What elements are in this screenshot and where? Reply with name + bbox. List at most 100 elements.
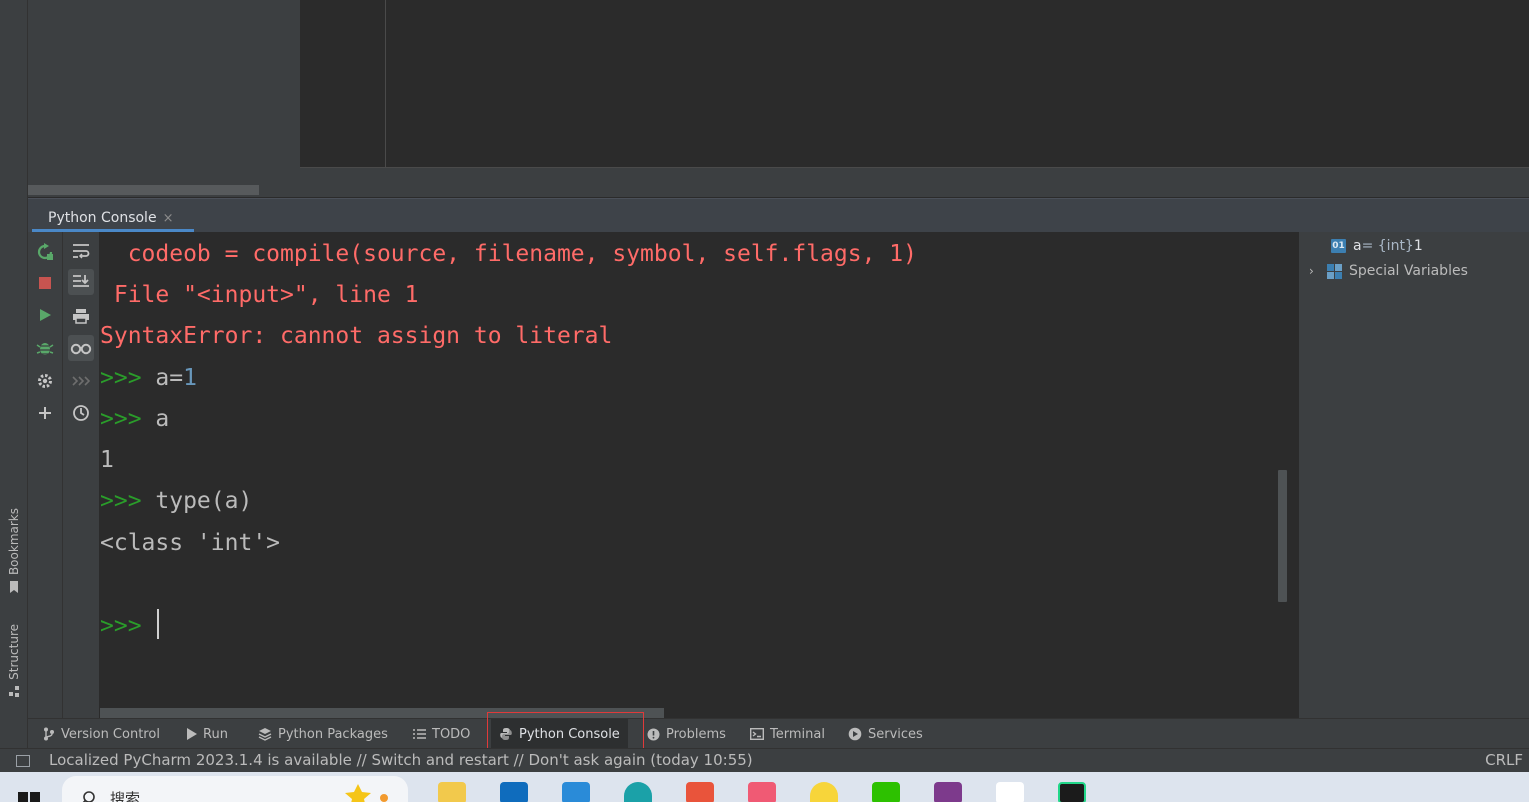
settings-button[interactable] [32, 368, 58, 394]
tool-label: Python Packages [278, 726, 388, 742]
tool-label: Services [868, 726, 923, 742]
vscode-icon[interactable] [562, 782, 590, 802]
expand-chevron-icon[interactable]: › [1309, 264, 1321, 278]
search-icon [82, 791, 95, 802]
tool-python-console[interactable]: Python Console [491, 719, 628, 749]
new-console-button[interactable] [32, 400, 58, 426]
project-horizontal-scrollbar[interactable] [28, 185, 259, 195]
special-variables-row[interactable]: › Special Variables [1309, 260, 1468, 282]
windows-start-icon[interactable] [18, 788, 40, 802]
file-explorer-icon[interactable] [438, 782, 466, 802]
structure-tab[interactable]: Structure [4, 624, 24, 698]
tool-label: Problems [666, 726, 726, 742]
bug-icon [36, 343, 54, 355]
console-line: >>> type(a) [100, 487, 252, 515]
tool-label: Python Console [519, 726, 620, 742]
prompt-marker: >>> [100, 365, 156, 391]
console-line: SyntaxError: cannot assign to literal [100, 322, 612, 350]
bookmark-icon [10, 581, 18, 594]
variable-name: a [1353, 238, 1362, 254]
app-purple-icon[interactable] [934, 782, 962, 802]
rerun-button[interactable] [32, 239, 58, 265]
python-icon [500, 728, 512, 740]
tool-version-control[interactable]: Version Control [35, 719, 168, 749]
line-ending-indicator[interactable]: CRLF [1485, 751, 1523, 769]
console-line: codeob = compile(source, filename, symbo… [100, 240, 917, 268]
int-variable-icon: 01 [1331, 239, 1346, 253]
variable-row-a[interactable]: 01 a = {int} 1 [1331, 235, 1423, 257]
outlook-icon[interactable] [500, 782, 528, 802]
tool-terminal[interactable]: Terminal [742, 719, 833, 749]
taskbar-search-box[interactable]: 搜索 [62, 776, 408, 802]
rerun-icon [37, 243, 53, 260]
editor-area[interactable] [300, 0, 1529, 168]
app-white-icon[interactable] [996, 782, 1024, 802]
tool-services[interactable]: Services [840, 719, 931, 749]
structure-label: Structure [7, 624, 21, 680]
alert-icon [647, 728, 660, 740]
execute-button[interactable] [32, 302, 58, 328]
scroll-to-end-icon [73, 275, 89, 287]
history-button[interactable] [68, 400, 94, 426]
list-icon [413, 729, 426, 739]
search-placeholder: 搜索 [110, 790, 141, 802]
printer-icon [73, 309, 89, 324]
console-line: >>> a=1 [100, 364, 197, 392]
console-view-toolbar [63, 232, 100, 718]
play-icon [187, 728, 197, 740]
project-panel [28, 0, 300, 197]
pycharm-icon[interactable] [1058, 782, 1086, 802]
print-button[interactable] [68, 303, 94, 329]
tool-window-bar: Version Control Run Python Packages TODO… [28, 718, 1529, 749]
tool-todo[interactable]: TODO [405, 719, 478, 749]
wechat-icon[interactable] [872, 782, 900, 802]
text-caret [157, 609, 160, 639]
edge-icon[interactable] [624, 782, 652, 802]
terminal-icon [750, 728, 764, 740]
console-tab-header: Python Console × [28, 198, 1529, 232]
variable-value: 1 [1413, 238, 1423, 254]
status-message[interactable]: Localized PyCharm 2023.1.4 is available … [49, 751, 753, 769]
gear-icon [38, 374, 52, 388]
command-queue-button[interactable] [68, 368, 94, 394]
prompt-marker: >>> [100, 488, 156, 514]
stop-button[interactable] [32, 270, 58, 296]
console-text: SyntaxError: cannot assign to literal [100, 323, 613, 349]
status-bar: Localized PyCharm 2023.1.4 is available … [0, 748, 1529, 772]
console-line: <class 'int'> [100, 529, 280, 557]
app-red-icon[interactable] [748, 782, 776, 802]
tab-close-icon[interactable]: × [163, 211, 174, 226]
scroll-to-end-button[interactable] [68, 269, 94, 295]
tool-label: Version Control [61, 726, 160, 742]
tab-python-console[interactable]: Python Console × [48, 205, 173, 231]
store-icon[interactable] [686, 782, 714, 802]
tool-run[interactable]: Run [178, 719, 236, 749]
search-highlight-icon [345, 784, 388, 802]
soft-wrap-button[interactable] [68, 238, 94, 264]
variable-type: = {int} [1361, 238, 1414, 254]
console-text: 1 [100, 447, 114, 473]
tool-label: TODO [432, 726, 471, 742]
branch-icon [44, 727, 54, 741]
tool-python-packages[interactable]: Python Packages [250, 719, 396, 749]
tool-windows-toggle-icon[interactable] [16, 755, 30, 767]
layers-icon [258, 728, 272, 741]
console-output[interactable]: codeob = compile(source, filename, symbo… [100, 232, 1298, 718]
console-horizontal-scrollbar[interactable] [100, 708, 664, 718]
tool-problems[interactable]: Problems [639, 719, 734, 749]
console-vertical-scrollbar[interactable] [1278, 470, 1287, 602]
play-icon [40, 309, 51, 321]
show-variables-button[interactable] [68, 335, 94, 361]
bookmarks-label: Bookmarks [7, 508, 21, 576]
console-text: type(a) [155, 488, 253, 514]
console-text: a= [155, 365, 184, 391]
debug-button[interactable] [32, 335, 58, 361]
app-yellow-icon[interactable] [810, 782, 838, 802]
structure-icon [9, 685, 19, 697]
special-variables-label: Special Variables [1349, 263, 1468, 279]
console-line: 1 [100, 446, 114, 474]
splitter-bar[interactable] [300, 168, 1529, 197]
console-input-line[interactable]: >>> [100, 609, 160, 640]
stop-icon [39, 277, 51, 289]
bookmarks-tab[interactable]: Bookmarks [4, 508, 24, 594]
